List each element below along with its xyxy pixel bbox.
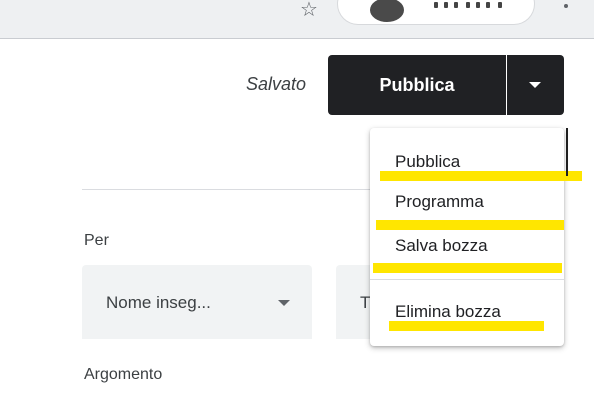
browser-toolbar: ☆ <box>0 0 594 39</box>
menu-item-schedule[interactable]: Programma <box>370 184 564 230</box>
scrollbar[interactable] <box>566 128 568 176</box>
save-status: Salvato <box>245 74 306 94</box>
chevron-down-icon <box>529 82 541 88</box>
menu-divider <box>370 279 564 280</box>
for-label: Per <box>84 232 109 249</box>
menu-item-label: Programma <box>395 192 484 211</box>
topic-label: Argomento <box>84 366 163 383</box>
highlight-mark <box>380 171 582 181</box>
student-select-value: T <box>360 293 371 312</box>
teacher-select[interactable]: Nome inseg... <box>82 265 312 339</box>
menu-item-publish[interactable]: Pubblica <box>370 140 582 181</box>
highlight-mark <box>389 321 544 331</box>
menu-item-delete-draft[interactable]: Elimina bozza <box>370 294 564 334</box>
star-icon[interactable]: ☆ <box>300 0 318 20</box>
publish-options-button[interactable] <box>507 55 564 115</box>
highlight-mark <box>373 263 562 273</box>
avatar <box>370 0 404 22</box>
teacher-select-value: Nome inseg... <box>106 293 211 312</box>
divider <box>82 189 372 190</box>
menu-item-label: Pubblica <box>395 152 461 171</box>
menu-item-label: Elimina bozza <box>395 302 501 321</box>
profile-text <box>434 2 514 8</box>
publish-menu: Pubblica Programma Salva bozza Elimina b… <box>370 128 582 346</box>
menu-item-label: Salva bozza <box>395 236 488 255</box>
kebab-icon[interactable] <box>564 4 568 12</box>
publish-button[interactable]: Pubblica <box>328 55 506 115</box>
profile-button[interactable] <box>338 0 534 24</box>
chevron-down-icon <box>278 300 290 306</box>
menu-item-save-draft[interactable]: Salva bozza <box>370 229 564 273</box>
